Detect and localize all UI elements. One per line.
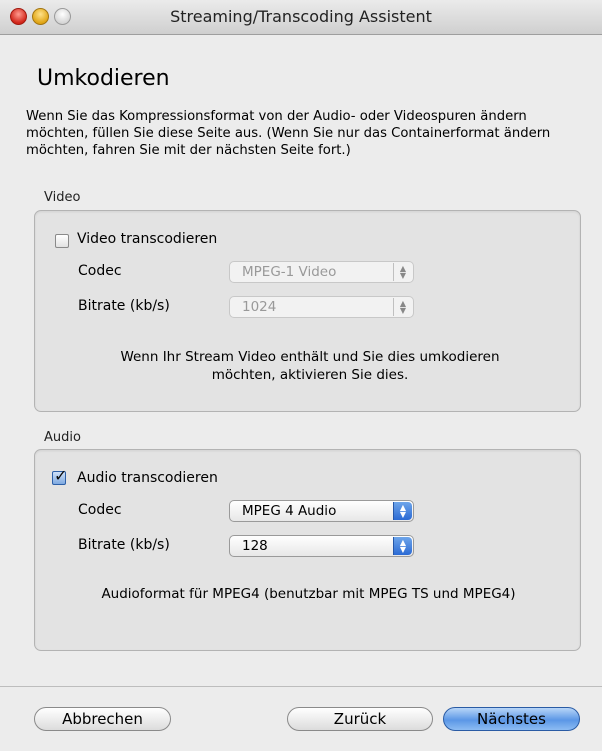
audio-group-label: Audio: [44, 430, 81, 445]
audio-codec-value: MPEG 4 Audio: [242, 503, 337, 519]
video-codec-value: MPEG-1 Video: [242, 264, 337, 280]
audio-bitrate-value: 128: [242, 538, 268, 554]
intro-text: Wenn Sie das Kompressionsformat von der …: [26, 109, 551, 158]
video-info-text: Wenn Ihr Stream Video enthält und Sie di…: [120, 349, 500, 383]
popup-arrows-icon: ▲ ▼: [393, 298, 412, 316]
cancel-button[interactable]: Abbrechen: [34, 707, 171, 731]
popup-arrows-icon: ▲ ▼: [393, 502, 412, 520]
video-transcode-checkbox[interactable]: [55, 234, 69, 248]
checkmark-icon: ✓: [54, 466, 68, 485]
assistant-window: Streaming/Transcoding Assistent Umkodier…: [0, 0, 602, 751]
popup-arrows-icon: ▲ ▼: [393, 263, 412, 281]
video-bitrate-select[interactable]: 1024 ▲ ▼: [229, 296, 414, 318]
next-button[interactable]: Nächstes: [443, 707, 580, 731]
title-bar[interactable]: Streaming/Transcoding Assistent: [0, 0, 602, 35]
window-title: Streaming/Transcoding Assistent: [170, 7, 432, 26]
audio-group-box: ✓ Audio transcodieren Codec MPEG 4 Audio…: [34, 449, 581, 651]
popup-arrows-icon: ▲ ▼: [393, 537, 412, 555]
video-codec-select[interactable]: MPEG-1 Video ▲ ▼: [229, 261, 414, 283]
footer-separator: [0, 686, 602, 687]
audio-bitrate-select[interactable]: 128 ▲ ▼: [229, 535, 414, 557]
video-bitrate-label: Bitrate (kb/s): [78, 298, 170, 314]
page-heading: Umkodieren: [37, 66, 170, 91]
audio-bitrate-label: Bitrate (kb/s): [78, 537, 170, 553]
audio-transcode-checkbox[interactable]: ✓: [52, 466, 67, 485]
video-group-label: Video: [44, 190, 81, 205]
back-button[interactable]: Zurück: [287, 707, 433, 731]
audio-codec-select[interactable]: MPEG 4 Audio ▲ ▼: [229, 500, 414, 522]
audio-codec-label: Codec: [78, 502, 122, 518]
video-transcode-label[interactable]: Video transcodieren: [77, 231, 217, 247]
audio-transcode-label[interactable]: Audio transcodieren: [77, 470, 218, 486]
video-bitrate-value: 1024: [242, 299, 277, 315]
video-codec-label: Codec: [78, 263, 122, 279]
audio-info-text: Audioformat für MPEG4 (benutzbar mit MPE…: [101, 586, 516, 602]
video-group-box: Video transcodieren Codec MPEG-1 Video ▲…: [34, 210, 581, 412]
